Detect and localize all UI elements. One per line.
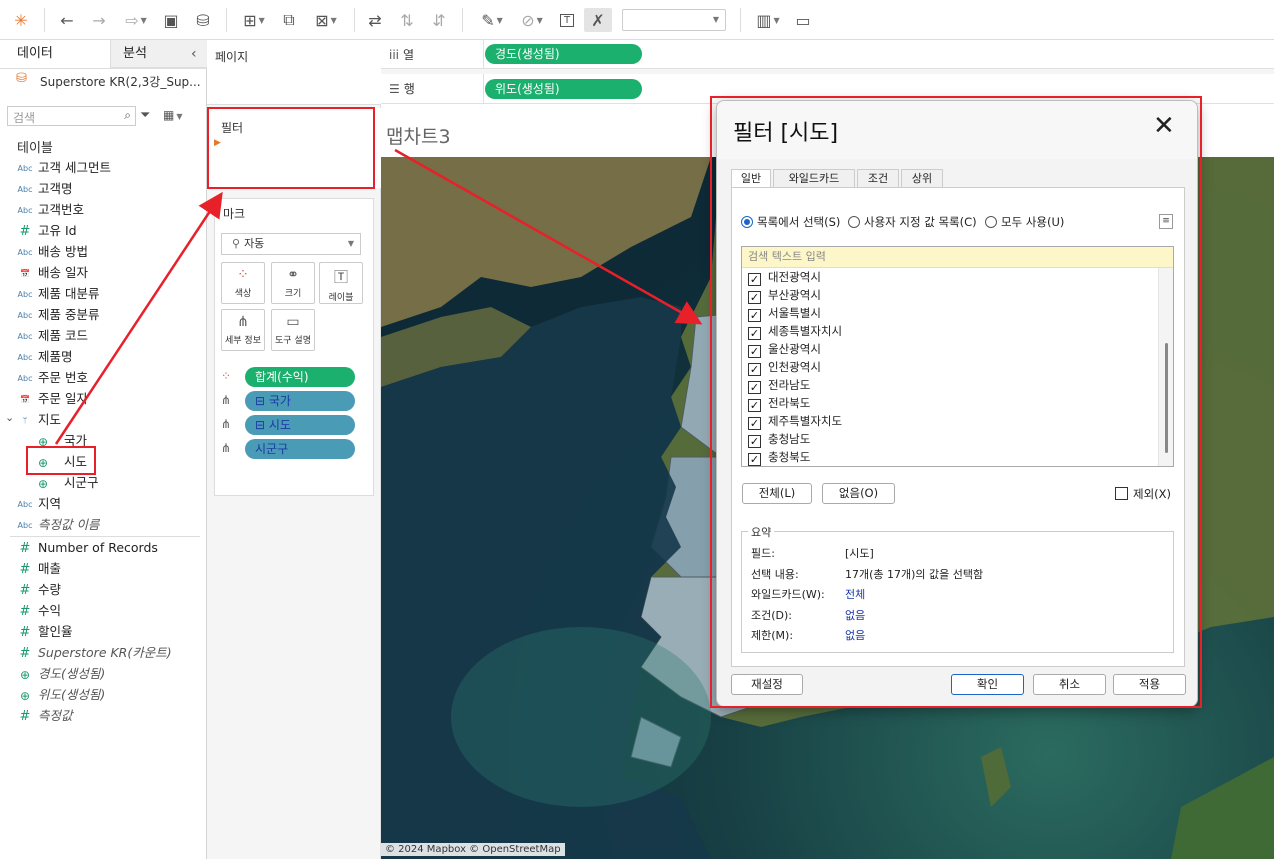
arrow-title-to-map <box>394 148 703 325</box>
arrow-field-to-filter <box>54 191 223 445</box>
annotation-arrows <box>54 148 703 445</box>
